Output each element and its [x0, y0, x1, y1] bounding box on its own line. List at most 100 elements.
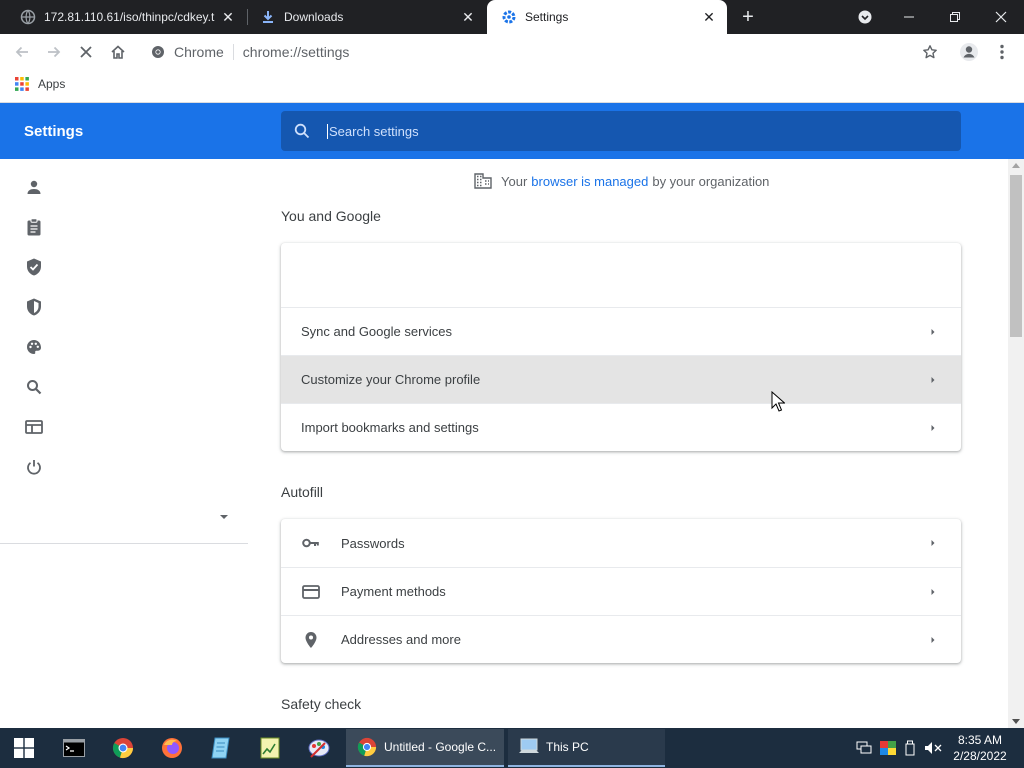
close-icon [995, 11, 1007, 23]
row-payment-methods[interactable]: Payment methods [281, 567, 961, 615]
minimize-button[interactable] [886, 0, 932, 34]
network-icon[interactable] [856, 741, 872, 755]
tab-title: Downloads [284, 10, 344, 24]
building-icon [474, 173, 492, 189]
restore-button[interactable] [932, 0, 978, 34]
section-title-safety-check: Safety check [281, 696, 362, 712]
omnibox-divider [232, 44, 234, 60]
person-icon[interactable] [24, 177, 44, 197]
sidebar-divider [0, 543, 248, 544]
tab-title: 172.81.110.61/iso/thinpc/cdkey.t [44, 10, 215, 24]
arrow-right-icon [931, 424, 935, 431]
forward-arrow-icon [48, 46, 61, 58]
tab-cdkey[interactable]: 172.81.110.61/iso/thinpc/cdkey.t ✕ [0, 0, 246, 34]
tab-title: Settings [525, 10, 569, 24]
browser-window-icon[interactable] [24, 417, 44, 437]
taskbar-task-chrome[interactable]: Untitled - Google C... [346, 729, 504, 767]
row-import-bookmarks[interactable]: Import bookmarks and settings [281, 403, 961, 451]
stop-loading-button[interactable] [73, 39, 99, 65]
usb-device-icon[interactable] [904, 740, 916, 756]
close-window-button[interactable] [978, 0, 1024, 34]
this-pc-icon [518, 736, 540, 758]
tab-search-button[interactable] [842, 0, 888, 34]
scroll-down-arrow[interactable] [1012, 719, 1020, 724]
close-tab-icon[interactable]: ✕ [460, 9, 476, 25]
settings-gear-icon [501, 9, 517, 25]
taskbar-firefox[interactable] [148, 728, 196, 768]
taskbar-cmd[interactable] [50, 728, 98, 768]
bookmarks-bar: Apps [0, 70, 1024, 103]
row-addresses[interactable]: Addresses and more [281, 615, 961, 663]
menu-button[interactable] [989, 39, 1015, 65]
row-label: Customize your Chrome profile [301, 372, 481, 387]
minimize-icon [904, 16, 914, 18]
managed-prefix: Your [501, 173, 528, 189]
page-scrollbar[interactable] [1008, 159, 1024, 728]
managed-notice: Your browser is managed by your organiza… [474, 173, 769, 189]
address-bar[interactable]: Chrome chrome://settings [143, 38, 946, 66]
taskbar-task-manager[interactable] [246, 728, 294, 768]
settings-sidebar [0, 159, 248, 728]
caret-down-icon[interactable] [218, 511, 230, 523]
key-icon [301, 533, 321, 553]
row-sync-google-services[interactable]: Sync and Google services [281, 307, 961, 355]
search-box[interactable] [281, 111, 961, 151]
search-input[interactable] [327, 123, 927, 139]
managed-link[interactable]: browser is managed [531, 174, 648, 189]
back-arrow-icon [15, 46, 28, 58]
clock-date: 2/28/2022 [953, 749, 1007, 763]
location-pin-icon [301, 630, 321, 650]
chrome-icon [356, 736, 378, 758]
back-button[interactable] [9, 39, 35, 65]
row-customize-chrome-profile[interactable]: Customize your Chrome profile [281, 355, 961, 403]
row-passwords[interactable]: Passwords [281, 519, 961, 567]
chevron-down-icon [858, 10, 872, 24]
command-prompt-icon [63, 739, 85, 757]
download-icon [260, 9, 276, 25]
taskbar-task-this-pc[interactable]: This PC [508, 729, 665, 767]
taskbar-notepad[interactable] [197, 728, 245, 768]
taskbar-chrome[interactable] [99, 728, 147, 768]
volume-muted-icon[interactable] [924, 741, 942, 755]
start-button[interactable] [0, 728, 48, 768]
stop-icon [80, 46, 92, 58]
arrow-right-icon [931, 588, 935, 595]
task-label: Untitled - Google C... [384, 740, 497, 754]
tab-settings[interactable]: Settings ✕ [487, 0, 727, 34]
shield-check-icon[interactable] [24, 257, 44, 277]
row-label: Payment methods [341, 584, 446, 599]
power-icon[interactable] [24, 457, 44, 477]
bookmark-star-button[interactable] [917, 39, 943, 65]
search-icon[interactable] [24, 377, 44, 397]
security-shield-icon[interactable] [24, 297, 44, 317]
close-tab-icon[interactable]: ✕ [701, 9, 717, 25]
browser-toolbar: Chrome chrome://settings [0, 34, 1024, 70]
forward-button[interactable] [41, 39, 67, 65]
arrow-right-icon [931, 328, 935, 335]
omnibox-url[interactable]: chrome://settings [243, 44, 350, 60]
firefox-icon [162, 738, 182, 758]
taskbar-paint[interactable] [295, 728, 343, 768]
chrome-icon [112, 738, 134, 759]
system-clock[interactable]: 8:35 AM 2/28/2022 [950, 732, 1010, 764]
section-title-you-and-google: You and Google [281, 208, 381, 224]
row-label: Addresses and more [341, 632, 461, 647]
avatar-icon [960, 43, 978, 61]
task-label: This PC [546, 740, 589, 754]
tab-downloads[interactable]: Downloads ✕ [248, 0, 486, 34]
profile-button[interactable] [956, 39, 982, 65]
scroll-up-arrow[interactable] [1012, 163, 1020, 168]
home-button[interactable] [105, 39, 131, 65]
close-tab-icon[interactable]: ✕ [220, 9, 236, 25]
profile-row[interactable] [281, 243, 961, 307]
tab-strip: 172.81.110.61/iso/thinpc/cdkey.t ✕ Downl… [0, 0, 1024, 34]
display-color-icon[interactable] [880, 741, 896, 755]
new-tab-button[interactable]: + [736, 5, 760, 29]
palette-icon[interactable] [24, 337, 44, 357]
managed-suffix: by your organization [652, 173, 770, 189]
scroll-thumb[interactable] [1010, 175, 1022, 337]
windows-taskbar: Untitled - Google C... This PC 8:35 AM 2… [0, 728, 1024, 768]
apps-shortcut[interactable]: Apps [15, 77, 65, 91]
credit-card-icon [301, 582, 321, 602]
clipboard-icon[interactable] [24, 217, 44, 237]
